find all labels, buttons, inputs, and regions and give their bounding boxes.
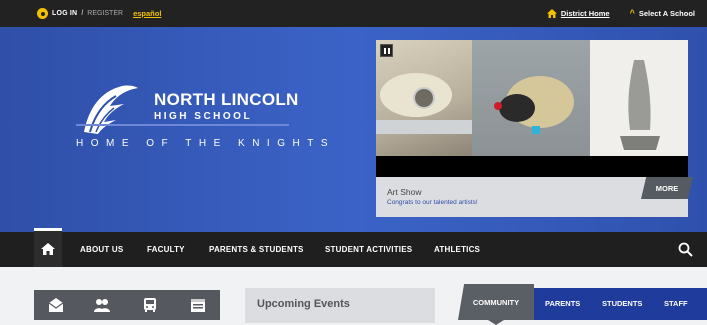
active-tab-pointer [488,320,504,325]
language-link[interactable]: español [133,9,161,18]
register-link[interactable]: REGISTER [87,10,123,17]
tab-students[interactable]: STUDENTS [602,299,642,308]
knight-helmet-logo-icon[interactable] [80,82,140,137]
nav-home-button[interactable] [34,228,62,267]
school-name: NORTH LINCOLN [154,90,299,109]
slide-caption[interactable]: Art Show Congrats to our talented artist… [376,177,688,217]
chevron-up-icon: ^ [629,8,635,18]
gear-icon [37,8,48,19]
school-links: District Home ^ Select A School [546,8,695,18]
search-icon[interactable] [678,242,693,257]
more-button[interactable]: MORE [641,177,693,199]
caption-subtitle: Congrats to our talented artists! [387,199,478,206]
nav-item-faculty[interactable]: FACULTY [147,245,185,254]
nav-item-student-activities[interactable]: STUDENT ACTIVITIES [325,245,412,254]
envelope-icon[interactable] [48,297,64,313]
slide-image-car [376,40,472,156]
tagline: HOME OF THE KNIGHTS [76,138,335,149]
separator: / [81,10,84,17]
school-subtitle: HIGH SCHOOL [154,111,253,122]
upcoming-events-panel: Upcoming Events [245,288,435,323]
login-link[interactable]: LOG IN [52,10,77,17]
home-icon [546,8,557,18]
upcoming-events-title: Upcoming Events [257,298,350,310]
select-school-link[interactable]: Select A School [639,9,695,18]
login-area: LOG IN / REGISTER español [37,8,161,19]
slide-image-hedgehog [472,40,590,156]
tab-staff[interactable]: STAFF [664,299,688,308]
nav-item-parents-students[interactable]: PARENTS & STUDENTS [209,245,304,254]
slide-image-praying-hands [590,40,688,156]
quick-links-bar [34,290,220,320]
calendar-icon[interactable] [190,297,206,313]
caption-title: Art Show [387,187,422,197]
users-icon[interactable] [94,297,110,313]
district-home-link[interactable]: District Home [561,9,610,18]
nav-item-athletics[interactable]: ATHLETICS [434,245,480,254]
bus-icon[interactable] [142,297,158,313]
slideshow[interactable] [376,40,688,177]
tab-parents[interactable]: PARENTS [545,299,580,308]
home-icon [41,243,55,255]
tab-community[interactable]: COMMUNITY [458,284,534,320]
utility-bar: LOG IN / REGISTER español District Home … [0,0,707,27]
nav-item-about-us[interactable]: ABOUT US [80,245,123,254]
divider [76,124,289,126]
main-nav: ABOUT US FACULTY PARENTS & STUDENTS STUD… [0,228,707,267]
audience-tabs: COMMUNITY PARENTS STUDENTS STAFF [458,284,707,325]
pause-button[interactable] [380,44,393,57]
